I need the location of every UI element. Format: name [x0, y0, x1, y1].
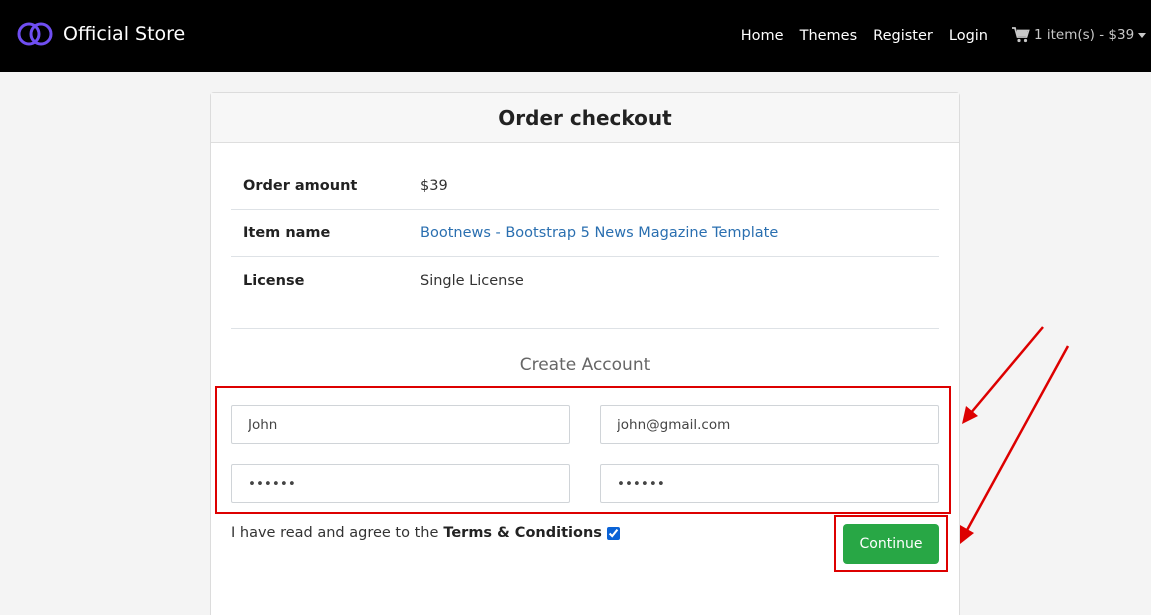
detail-row-license: License Single License — [231, 257, 939, 304]
brand-logo-icon — [17, 22, 53, 46]
nav-links: Home Themes Register Login — [725, 24, 988, 48]
detail-row-item: Item name Bootnews - Bootstrap 5 News Ma… — [231, 210, 939, 257]
shopping-cart-icon — [1012, 27, 1030, 43]
detail-label: License — [243, 272, 305, 289]
chevron-down-icon — [1138, 32, 1147, 38]
terms-checkbox[interactable] — [606, 526, 620, 540]
brand[interactable]: Official Store — [16, 20, 185, 48]
create-account-title: Create Account — [519, 355, 651, 375]
form-highlight-box — [215, 386, 951, 514]
detail-label: Order amount — [243, 178, 358, 194]
page-title: Order checkout — [211, 93, 959, 143]
terms-link[interactable]: Terms & Conditions — [443, 525, 602, 541]
cart-summary: 1 item(s) - $39 — [1034, 27, 1135, 43]
brand-name: Official Store — [63, 23, 186, 45]
arrow-to-continue — [960, 345, 1070, 544]
order-details: Order amount $39 Item name Bootnews - Bo… — [231, 163, 939, 304]
license-value: Single License — [420, 272, 524, 289]
nav-link-login[interactable]: Login — [949, 24, 988, 48]
order-amount-value: $39 — [420, 178, 448, 194]
nav-link-register[interactable]: Register — [873, 24, 933, 48]
nav-link-themes[interactable]: Themes — [800, 24, 858, 48]
button-highlight-box — [834, 515, 948, 572]
detail-label: Item name — [243, 225, 331, 241]
item-name-link[interactable]: Bootnews - Bootstrap 5 News Magazine Tem… — [420, 225, 778, 241]
cart-dropdown[interactable]: 1 item(s) - $39 — [1012, 24, 1147, 46]
arrow-to-form — [962, 326, 1044, 424]
divider — [231, 328, 939, 329]
detail-row-amount: Order amount $39 — [231, 163, 939, 210]
nav-link-home[interactable]: Home — [741, 24, 784, 48]
navbar: Official Store Home Themes Register Logi… — [0, 0, 1151, 72]
terms-agreement: I have read and agree to the Terms & Con… — [231, 525, 620, 541]
terms-text: I have read and agree to the — [231, 525, 439, 541]
